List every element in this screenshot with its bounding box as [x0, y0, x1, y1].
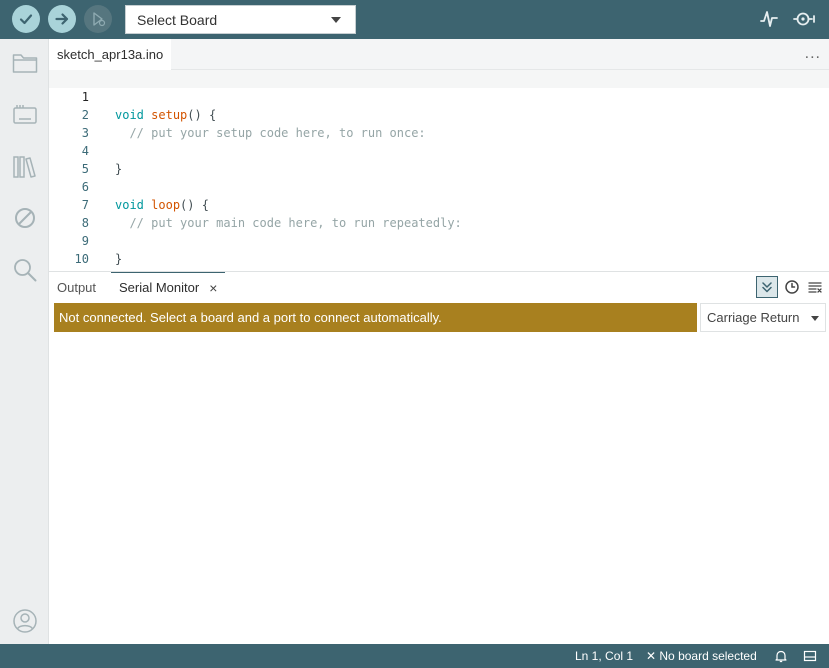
chevron-down-icon: [331, 17, 341, 23]
board-select-label: Select Board: [137, 11, 218, 28]
code-line: 10: [49, 232, 829, 266]
code-line: 1 void setup() {: [49, 70, 829, 122]
code-line: 7 // put your main code here, to run rep…: [49, 178, 829, 230]
user-icon: [13, 609, 37, 633]
tab-sketch-file[interactable]: sketch_apr13a.ino: [49, 39, 172, 70]
code-line: 9 }: [49, 214, 829, 266]
serial-monitor-button[interactable]: [793, 8, 817, 30]
clear-all-icon: [808, 282, 822, 293]
upload-button[interactable]: [48, 5, 76, 33]
panel-tab-bar: Output Serial Monitor ×: [49, 272, 829, 302]
connection-warning-text: Not connected. Select a board and a port…: [59, 310, 442, 325]
code-punctuation: }: [115, 252, 123, 266]
board-status[interactable]: ✕ No board selected: [646, 649, 757, 663]
search-icon: [14, 259, 37, 282]
board-select[interactable]: Select Board: [125, 5, 356, 34]
code-line: 5: [49, 142, 829, 176]
timestamp-toggle[interactable]: [781, 276, 803, 298]
debug-icon: [93, 12, 106, 27]
close-icon[interactable]: ×: [209, 280, 217, 296]
code-line: 4 }: [49, 124, 829, 176]
sidebar-item-search[interactable]: [11, 256, 39, 284]
verify-icon: [19, 14, 33, 25]
folder-icon: [12, 54, 38, 73]
cursor-position[interactable]: Ln 1, Col 1: [575, 649, 633, 663]
line-content: }: [115, 250, 122, 268]
autoscroll-toggle[interactable]: [756, 276, 778, 298]
status-bar: Ln 1, Col 1 ✕ No board selected: [0, 644, 829, 668]
sidebar-item-library-manager[interactable]: [11, 153, 39, 181]
chevron-double-down-icon: [762, 282, 772, 293]
upload-icon: [55, 13, 69, 25]
chevron-down-icon: [811, 316, 819, 321]
serial-plotter-icon: [760, 11, 778, 27]
sidebar-item-debug[interactable]: [11, 204, 39, 232]
tab-output[interactable]: Output: [57, 272, 96, 302]
serial-monitor-icon: [793, 12, 815, 26]
debug-disabled-icon: [15, 208, 35, 228]
code-line: 8: [49, 196, 829, 230]
tab-serial-monitor[interactable]: Serial Monitor ×: [111, 272, 226, 302]
panel-icon: [803, 650, 817, 662]
notifications-button[interactable]: [773, 648, 789, 664]
tab-output-label: Output: [57, 279, 97, 295]
clock-icon: [785, 280, 799, 294]
code-line: 2 // put your setup code here, to run on…: [49, 88, 829, 140]
verify-button[interactable]: [12, 5, 40, 33]
serial-plotter-button[interactable]: [757, 8, 781, 30]
tab-label: sketch_apr13a.ino: [57, 47, 164, 62]
sidebar-item-sketchbook[interactable]: [11, 49, 39, 77]
editor-tab-bar: sketch_apr13a.ino ...: [49, 39, 829, 70]
connection-warning: Not connected. Select a board and a port…: [54, 303, 697, 332]
board-icon: [13, 105, 37, 124]
sidebar-item-boards-manager[interactable]: [11, 101, 39, 129]
sidebar: [0, 39, 49, 644]
library-icon: [13, 156, 36, 178]
code-editor[interactable]: 1 void setup() { 2 // put your setup cod…: [49, 70, 829, 271]
serial-output-area[interactable]: [49, 334, 829, 644]
more-options-icon[interactable]: ...: [805, 45, 821, 63]
toolbar: Select Board: [0, 0, 829, 39]
line-number: 10: [74, 252, 89, 266]
bell-icon: [775, 650, 787, 663]
code-line: 3: [49, 106, 829, 140]
sidebar-item-profile[interactable]: [11, 607, 39, 635]
line-ending-value: Carriage Return: [707, 310, 800, 325]
code-line: 6 void loop() {: [49, 160, 829, 212]
toggle-panel-button[interactable]: [802, 648, 818, 664]
line-ending-select[interactable]: Carriage Return: [700, 303, 826, 332]
clear-output-button[interactable]: [804, 276, 826, 298]
tab-serial-monitor-label: Serial Monitor: [119, 280, 200, 295]
debug-button[interactable]: [84, 5, 112, 33]
